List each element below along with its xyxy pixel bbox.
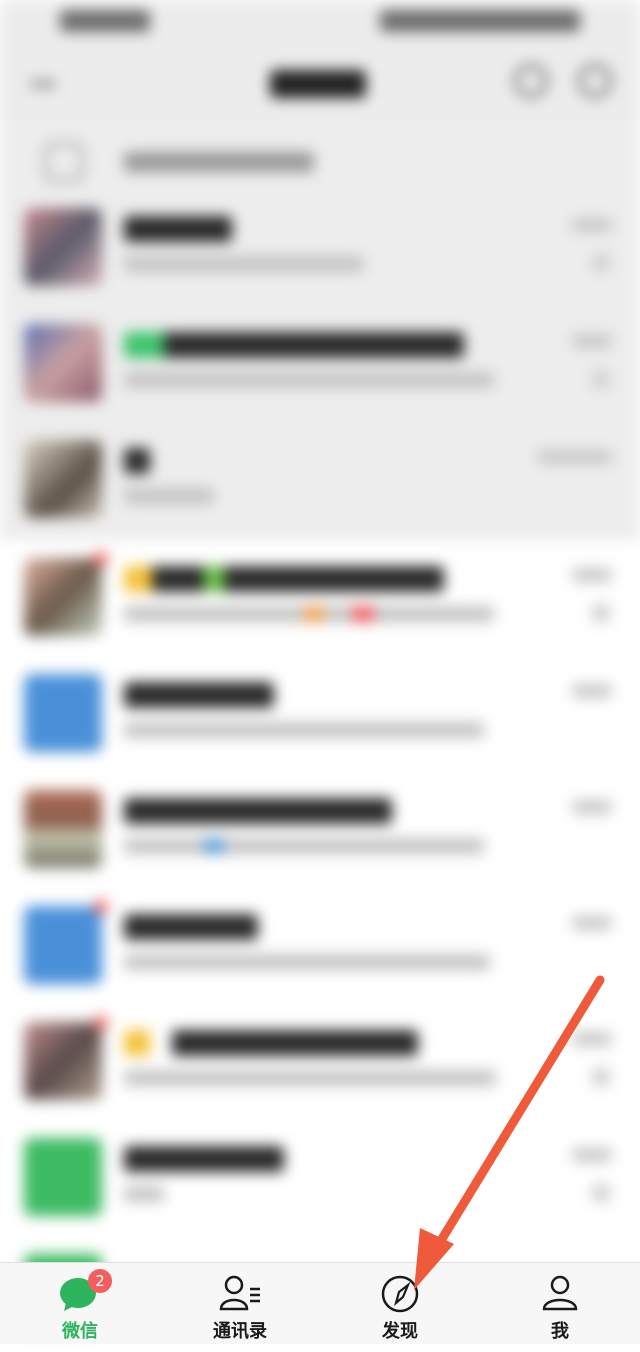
chat-name: [124, 1030, 418, 1056]
chat-time: [538, 450, 612, 464]
chat-time: [572, 800, 612, 814]
tab-label: 发现: [382, 1321, 418, 1342]
chat-name: [124, 798, 392, 824]
mute-icon: [592, 370, 610, 388]
chat-name: [124, 332, 464, 358]
unread-dot: [94, 552, 108, 566]
chat-row[interactable]: [0, 422, 640, 538]
device-login-row[interactable]: [0, 120, 640, 200]
chat-name: [124, 682, 274, 708]
avatar: [24, 906, 102, 984]
chat-preview: [124, 606, 494, 622]
unread-dot: [94, 900, 108, 914]
chat-preview: [124, 954, 490, 970]
tab-discover[interactable]: 发现: [320, 1263, 480, 1345]
chat-name: [124, 1146, 284, 1172]
chat-row[interactable]: [0, 1004, 640, 1120]
chat-preview: [124, 1186, 164, 1202]
back-icon[interactable]: [30, 80, 56, 88]
tab-me[interactable]: 我: [480, 1263, 640, 1345]
tab-contacts[interactable]: 通讯录: [160, 1263, 320, 1345]
chat-row[interactable]: [0, 656, 640, 772]
contacts-icon: [219, 1275, 260, 1311]
avatar: [24, 674, 102, 752]
chat-preview: [124, 722, 484, 738]
bottom-tab-bar: 2 微信 通讯录 发现 我: [0, 1262, 640, 1344]
tab-label: 微信: [62, 1321, 98, 1342]
avatar: [24, 440, 102, 518]
chat-time: [572, 916, 612, 930]
avatar: [24, 790, 102, 868]
chat-time: [572, 1032, 612, 1046]
mute-icon: [592, 604, 610, 622]
compass-icon: [381, 1275, 419, 1313]
chat-row[interactable]: [0, 190, 640, 306]
blurred-chat-screen: [0, 0, 640, 1332]
device-icon: [44, 142, 84, 182]
add-icon[interactable]: [578, 64, 612, 98]
mute-icon: [592, 1068, 610, 1086]
chat-row[interactable]: [0, 772, 640, 888]
tab-label: 通讯录: [213, 1321, 267, 1342]
chat-row[interactable]: [0, 306, 640, 422]
chat-preview: [124, 488, 214, 504]
chat-time: [572, 218, 612, 232]
chat-name: [124, 216, 232, 242]
chat-time: [572, 568, 612, 582]
tab-label: 我: [551, 1321, 569, 1342]
search-icon[interactable]: [514, 64, 548, 98]
avatar: [24, 1138, 102, 1216]
avatar: [24, 1022, 102, 1100]
device-login-text: [124, 152, 314, 172]
chat-name: [124, 914, 258, 940]
status-time: [60, 10, 150, 32]
chat-preview: [124, 372, 494, 388]
tab-chats[interactable]: 2 微信: [0, 1263, 160, 1345]
chat-preview: [124, 838, 484, 854]
avatar: [24, 324, 102, 402]
chat-row[interactable]: [0, 1120, 640, 1236]
status-bar: [0, 0, 640, 44]
chat-row[interactable]: [0, 540, 640, 656]
status-icons: [380, 10, 580, 32]
chat-preview: [124, 256, 364, 272]
chat-name: [124, 448, 150, 474]
unread-dot: [94, 1016, 108, 1030]
unread-badge: 2: [88, 1269, 112, 1293]
page-title: [270, 70, 366, 98]
chat-time: [572, 684, 612, 698]
chat-time: [572, 334, 612, 348]
mute-icon: [592, 1184, 610, 1202]
chat-header: [0, 44, 640, 120]
avatar: [24, 558, 102, 636]
chat-name: [124, 566, 444, 592]
person-icon: [542, 1275, 578, 1311]
mute-icon: [592, 254, 610, 272]
chat-row[interactable]: [0, 888, 640, 1004]
chat-time: [572, 1148, 612, 1162]
chat-preview: [124, 1070, 496, 1086]
avatar: [24, 208, 102, 286]
